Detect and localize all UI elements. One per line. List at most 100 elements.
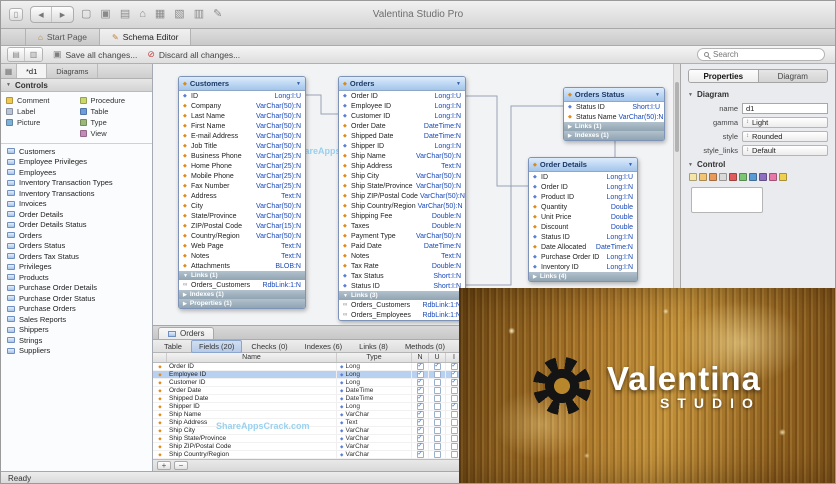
nullable-checkbox[interactable]: ✓ (416, 387, 424, 394)
field-row[interactable]: ◆ Status ID Long:I:N (529, 232, 637, 242)
sidebar-item-inventory-transaction-types[interactable]: Inventory Transaction Types (1, 178, 152, 189)
subtab-fields-20[interactable]: Fields (20) (190, 339, 243, 353)
sidebar-toggle-icon[interactable]: ▯ (9, 8, 23, 21)
sidebar-item-customers[interactable]: Customers (1, 146, 152, 157)
discard-all-button[interactable]: ⊘ Discard all changes... (147, 49, 240, 60)
nullable-checkbox[interactable]: ✓ (416, 451, 424, 458)
tab-schema-editor[interactable]: ✎ Schema Editor (100, 29, 192, 45)
server-icon[interactable]: ⌂ (139, 9, 146, 20)
section-bar-links-3[interactable]: ▼ Links (3) (339, 291, 465, 300)
section-bar-properties-1[interactable]: ▶ Properties (1) (179, 299, 305, 308)
sidebar-item-suppliers[interactable]: Suppliers (1, 346, 152, 357)
unique-checkbox[interactable] (433, 427, 441, 434)
sidebar-item-order-details[interactable]: Order Details (1, 209, 152, 220)
field-row[interactable]: ◆ Discount Double (529, 222, 637, 232)
sidebar-item-strings[interactable]: Strings (1, 335, 152, 346)
indexed-checkbox[interactable] (450, 443, 458, 450)
field-row[interactable]: ◆ Tax Rate Double:N (339, 261, 465, 271)
nullable-checkbox[interactable]: ✓ (416, 419, 424, 426)
color-swatch[interactable] (739, 173, 747, 181)
field-row[interactable]: ◆ Ship State/Province VarChar(50):N (339, 181, 465, 191)
field-row[interactable]: ◆ Status ID Short:I:U (564, 102, 664, 112)
color-swatch[interactable] (749, 173, 757, 181)
search-input[interactable] (713, 50, 818, 59)
tab-diagram[interactable]: Diagram (758, 70, 827, 82)
new-document-icon[interactable]: ▢ (81, 9, 91, 20)
search-field[interactable] (697, 48, 825, 61)
field-row[interactable]: ◆ Mobile Phone VarChar(25):N (179, 171, 305, 181)
column-header-type[interactable]: Type (337, 353, 412, 362)
section-bar-links-1[interactable]: ▼ Links (1) (179, 271, 305, 280)
subtab-table[interactable]: Table (156, 340, 190, 353)
sidebar-item-privileges[interactable]: Privileges (1, 262, 152, 273)
field-row[interactable]: ◆ Order ID Long:I:U (339, 91, 465, 101)
field-row[interactable]: ◆ Unit Price Double (529, 212, 637, 222)
bottom-tab-orders[interactable]: Orders (158, 327, 215, 339)
field-row[interactable]: ◆ Employee ID Long:I:N (339, 101, 465, 111)
field-row[interactable]: ◆ Address Text:N (179, 191, 305, 201)
indexed-checkbox[interactable] (450, 435, 458, 442)
diagram-table-orders[interactable]: ◆ Orders ▼ ◆ Order ID Long:I:U ◆ Employee ID Lon… (338, 76, 466, 321)
indexed-checkbox[interactable] (450, 387, 458, 394)
report-icon[interactable]: ▥ (194, 9, 204, 20)
sidebar-item-purchase-orders[interactable]: Purchase Orders (1, 304, 152, 315)
control-item-comment[interactable]: Comment (6, 95, 74, 106)
field-row[interactable]: ◆ E-mail Address VarChar(50):N (179, 131, 305, 141)
field-row[interactable]: ◆ Shipper ID Long:I:N (339, 141, 465, 151)
diagram-section-header[interactable]: ▼ Diagram (681, 87, 835, 101)
indexed-checkbox[interactable]: ✓ (450, 403, 458, 410)
column-header-icon[interactable] (153, 353, 167, 362)
color-swatch[interactable] (719, 173, 727, 181)
control-section-header[interactable]: ▼ Control (681, 157, 835, 171)
remove-field-button[interactable]: − (174, 461, 188, 470)
field-row[interactable]: ◆ Company VarChar(50):N (179, 101, 305, 111)
sidebar-item-purchase-order-details[interactable]: Purchase Order Details (1, 283, 152, 294)
field-row[interactable]: ◆ Quantity Double (529, 202, 637, 212)
indexed-checkbox[interactable] (450, 419, 458, 426)
canvas-vertical-scrollbar[interactable] (673, 64, 680, 325)
field-row[interactable]: ◆ Order ID Long:I:N (529, 182, 637, 192)
grid-view-icon[interactable]: ▤ (8, 48, 25, 61)
table-card-header[interactable]: ◆ Orders Status ▼ (564, 88, 664, 102)
sidebar-item-orders-tax-status[interactable]: Orders Tax Status (1, 251, 152, 262)
field-row[interactable]: ◆ City VarChar(50):N (179, 201, 305, 211)
field-row[interactable]: ◆ Attachments BLOB:N (179, 261, 305, 271)
table-menu-icon[interactable]: ▼ (628, 162, 633, 168)
save-icon[interactable]: ▤ (120, 9, 130, 20)
sidebar-tab-diagrams[interactable]: Diagrams (47, 64, 99, 78)
control-item-type[interactable]: Type (79, 117, 148, 128)
link-row[interactable]: ∞ Orders_Customers RdbLink:1:N (339, 300, 465, 310)
tab-start-page[interactable]: ⌂ Start Page (25, 29, 101, 45)
indexed-checkbox[interactable] (450, 411, 458, 418)
field-row[interactable]: ◆ Web Page Text:N (179, 241, 305, 251)
column-header-unique[interactable]: U (429, 353, 446, 362)
subtab-methods-0[interactable]: Methods (0) (397, 340, 453, 353)
unique-checkbox[interactable] (433, 411, 441, 418)
field-row[interactable]: ◆ Shipping Fee Double:N (339, 211, 465, 221)
indexed-checkbox[interactable]: ✓ (450, 363, 458, 370)
unique-checkbox[interactable] (433, 435, 441, 442)
open-icon[interactable]: ▣ (100, 9, 110, 20)
panel-grid-icon[interactable]: ▦ (1, 64, 17, 78)
indexed-checkbox[interactable]: ✓ (450, 379, 458, 386)
field-row[interactable]: ◆ Payment Type VarChar(50):N (339, 231, 465, 241)
gamma-select[interactable]: ↕ Light (742, 116, 828, 128)
subtab-checks-0[interactable]: Checks (0) (243, 340, 295, 353)
field-row[interactable]: ◆ Ship Name VarChar(50):N (339, 151, 465, 161)
field-row[interactable]: ◆ Business Phone VarChar(25):N (179, 151, 305, 161)
link-row[interactable]: ∞ Orders_Employees RdbLink:1:N (339, 310, 465, 320)
indexed-checkbox[interactable] (450, 451, 458, 458)
unique-checkbox[interactable] (433, 403, 441, 410)
field-row[interactable]: ◆ Shipped Date DateTime:N (339, 131, 465, 141)
sidebar-item-orders[interactable]: Orders (1, 230, 152, 241)
field-row[interactable]: ◆ Date Allocated DateTime:N (529, 242, 637, 252)
back-button[interactable]: ◀ (31, 7, 52, 22)
control-item-table[interactable]: Table (79, 106, 148, 117)
field-row[interactable]: ◆ Notes Text:N (339, 251, 465, 261)
field-row[interactable]: ◆ Ship Country/Region VarChar(50):N (339, 201, 465, 211)
nullable-checkbox[interactable]: ✓ (416, 443, 424, 450)
control-item-picture[interactable]: Picture (6, 117, 74, 128)
table-menu-icon[interactable]: ▼ (655, 92, 660, 98)
field-row[interactable]: ◆ ID Long:I:U (529, 172, 637, 182)
diagram-canvas[interactable]: ShareAppsCrack.com ◆Customers▼◆IDLong:I:… (153, 64, 680, 326)
